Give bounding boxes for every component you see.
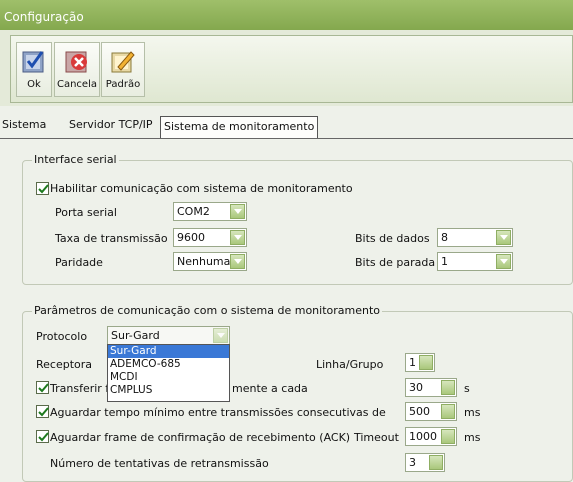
stopbits-label: Bits de parada <box>355 256 436 269</box>
transfer-label-right: mente a cada <box>232 382 308 395</box>
databits-label: Bits de dados <box>355 232 430 245</box>
ack-label: Aguardar frame de confirmação de recebim… <box>50 431 351 444</box>
line-group-spinner[interactable]: 1 <box>405 353 435 372</box>
ok-button[interactable]: Ok <box>16 42 52 97</box>
spinner-arrows-icon[interactable] <box>441 380 455 395</box>
transfer-unit: s <box>464 382 470 395</box>
line-group-value: 1 <box>409 356 416 369</box>
cancel-label: Cancela <box>56 79 97 90</box>
min-wait-unit: ms <box>464 406 481 419</box>
enable-label: Habilitar comunicação com sistema de mon… <box>50 182 353 195</box>
tab-divider <box>0 138 573 139</box>
ack-checkbox[interactable] <box>36 430 49 443</box>
protocol-option-cmplus[interactable]: CMPLUS <box>108 384 229 397</box>
port-select[interactable]: COM2 <box>173 202 247 221</box>
ok-label: Ok <box>27 79 41 90</box>
tab-sistema-de-monitoramento[interactable]: Sistema de monitoramento <box>160 116 319 139</box>
timeout-label: Timeout <box>354 431 399 444</box>
parity-label: Paridade <box>55 256 103 269</box>
protocol-label: Protocolo <box>36 330 88 343</box>
timeout-spinner[interactable]: 1000 <box>405 427 457 446</box>
timeout-unit: ms <box>464 431 481 444</box>
min-wait-spinner[interactable]: 500 <box>405 402 457 421</box>
spinner-arrows-icon[interactable] <box>419 355 433 370</box>
title-bar: Configuração <box>0 0 573 30</box>
cancel-icon <box>63 47 91 75</box>
parity-select[interactable]: Nenhuma <box>173 252 247 271</box>
protocol-select[interactable]: Sur-Gard <box>107 326 230 345</box>
parity-value: Nenhuma <box>177 255 231 268</box>
chevron-down-icon <box>230 254 245 269</box>
baud-label: Taxa de transmissão <box>55 232 168 245</box>
params-legend: Parâmetros de comunicação com o sistema … <box>32 304 383 317</box>
min-wait-checkbox[interactable] <box>36 405 49 418</box>
baud-value: 9600 <box>177 231 205 244</box>
chevron-down-icon <box>496 230 511 245</box>
protocol-value: Sur-Gard <box>111 329 160 342</box>
chevron-down-icon <box>230 204 245 219</box>
line-group-label: Linha/Grupo <box>316 358 384 371</box>
tab-sistema[interactable]: Sistema <box>2 118 46 131</box>
cancel-button[interactable]: Cancela <box>54 42 100 97</box>
transfer-spinner[interactable]: 30 <box>405 378 457 397</box>
chevron-down-icon <box>496 254 511 269</box>
serial-legend: Interface serial <box>32 153 119 166</box>
receiver-label: Receptora <box>36 358 93 371</box>
transfer-checkbox[interactable] <box>36 381 49 394</box>
spinner-arrows-icon[interactable] <box>441 429 455 444</box>
databits-value: 8 <box>441 231 448 244</box>
chevron-down-icon <box>213 328 228 343</box>
port-value: COM2 <box>177 205 210 218</box>
retries-spinner[interactable]: 3 <box>405 453 445 472</box>
ok-check-icon <box>20 47 48 75</box>
tab-bar: Sistema Servidor TCP/IP Sistema de monit… <box>0 116 573 139</box>
spinner-arrows-icon[interactable] <box>429 455 443 470</box>
min-wait-label: Aguardar tempo mínimo entre transmissões… <box>50 406 386 419</box>
port-label: Porta serial <box>55 206 117 219</box>
timeout-value: 1000 <box>409 430 437 443</box>
default-button[interactable]: Padrão <box>101 42 145 97</box>
retries-label: Número de tentativas de retransmissão <box>50 457 269 470</box>
protocol-option-sur-gard[interactable]: Sur-Gard <box>108 345 229 358</box>
stopbits-select[interactable]: 1 <box>437 252 513 271</box>
baud-select[interactable]: 9600 <box>173 228 247 247</box>
protocol-dropdown-list[interactable]: Sur-Gard ADEMCO-685 MCDI CMPLUS <box>107 344 230 402</box>
tab-servidor-tcp-ip[interactable]: Servidor TCP/IP <box>69 118 153 131</box>
protocol-option-ademco-685[interactable]: ADEMCO-685 <box>108 358 229 371</box>
transfer-label-left: Transferir fr <box>50 382 114 395</box>
databits-select[interactable]: 8 <box>437 228 513 247</box>
min-wait-value: 500 <box>409 405 430 418</box>
protocol-option-mcdi[interactable]: MCDI <box>108 371 229 384</box>
transfer-value: 30 <box>409 381 423 394</box>
enable-checkbox[interactable] <box>36 182 49 195</box>
spinner-arrows-icon[interactable] <box>441 404 455 419</box>
window-title: Configuração <box>4 10 84 24</box>
retries-value: 3 <box>409 456 416 469</box>
default-label: Padrão <box>105 79 141 90</box>
edit-pencil-icon <box>109 47 137 75</box>
chevron-down-icon <box>230 230 245 245</box>
stopbits-value: 1 <box>441 255 448 268</box>
